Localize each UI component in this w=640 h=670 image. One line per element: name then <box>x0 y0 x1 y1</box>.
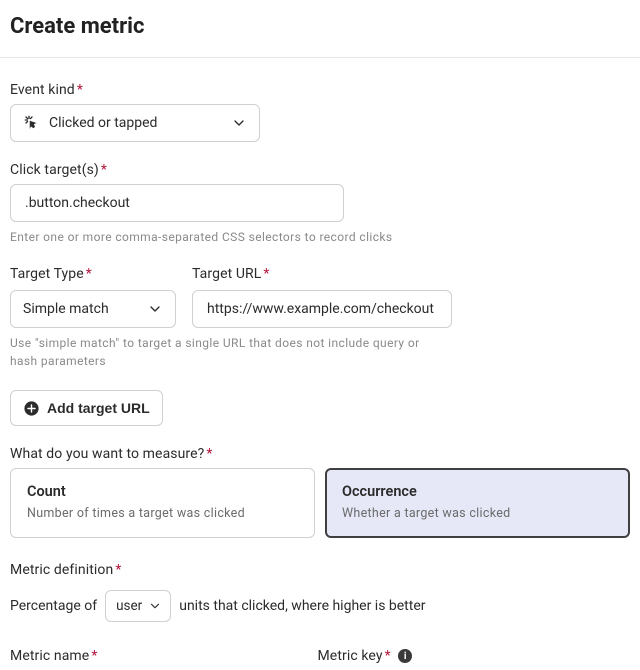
click-targets-input[interactable] <box>23 194 331 212</box>
metric-key-label: Metric key* i <box>317 648 412 664</box>
target-type-select[interactable]: Simple match <box>10 290 176 328</box>
measure-label: What do you want to measure?* <box>10 446 630 462</box>
definition-prefix: Percentage of <box>10 598 97 614</box>
target-type-label: Target Type* <box>10 266 176 282</box>
click-targets-helper: Enter one or more comma-separated CSS se… <box>10 228 630 246</box>
plus-circle-icon <box>23 400 40 417</box>
add-target-url-button[interactable]: Add target URL <box>10 390 163 426</box>
event-kind-value: Clicked or tapped <box>49 115 157 131</box>
chevron-down-icon <box>147 301 163 317</box>
event-kind-label: Event kind* <box>10 82 630 98</box>
add-target-url-label: Add target URL <box>47 400 150 416</box>
metric-name-label: Metric name* <box>10 648 97 664</box>
metric-definition-label: Metric definition* <box>10 562 630 578</box>
divider <box>0 57 640 58</box>
definition-suffix: units that clicked, where higher is bett… <box>179 598 425 614</box>
target-type-value: Simple match <box>23 301 109 317</box>
target-url-input-wrap <box>192 290 452 328</box>
option-card-count[interactable]: Count Number of times a target was click… <box>10 468 315 538</box>
info-icon[interactable]: i <box>398 649 412 663</box>
option-card-occurrence[interactable]: Occurrence Whether a target was clicked <box>325 468 630 538</box>
option-title: Count <box>27 483 298 500</box>
target-type-helper: Use "simple match" to target a single UR… <box>10 334 450 370</box>
page-title: Create metric <box>10 14 630 39</box>
chevron-down-icon <box>148 599 162 613</box>
target-url-label: Target URL* <box>192 266 452 282</box>
option-desc: Number of times a target was clicked <box>27 506 298 521</box>
click-targets-input-wrap <box>10 184 344 222</box>
option-desc: Whether a target was clicked <box>342 506 613 521</box>
chevron-down-icon <box>231 115 247 131</box>
event-kind-select[interactable]: Clicked or tapped <box>10 104 260 142</box>
click-targets-label: Click target(s)* <box>10 162 630 178</box>
target-url-input[interactable] <box>205 300 439 318</box>
option-title: Occurrence <box>342 483 613 500</box>
click-icon <box>23 114 41 132</box>
definition-unit-select[interactable]: user <box>105 590 171 622</box>
definition-unit-value: user <box>116 598 142 614</box>
